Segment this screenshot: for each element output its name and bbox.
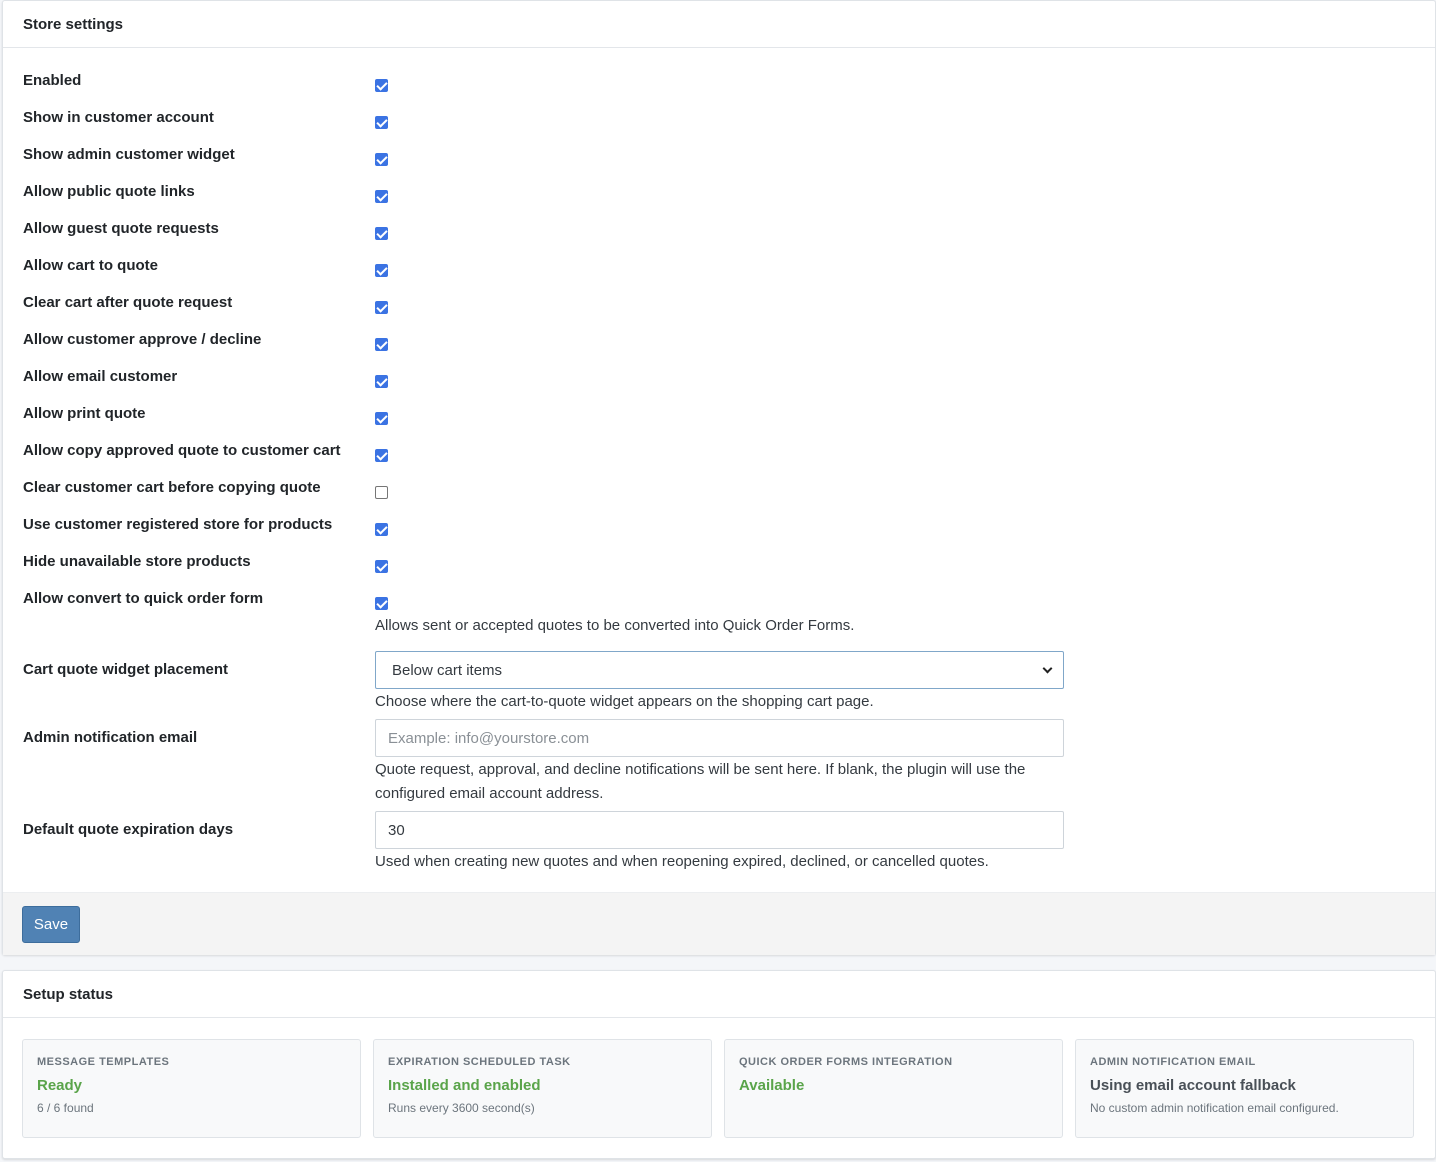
expiration-days-row: Default quote expiration days Used when … bbox=[23, 811, 1415, 874]
setting-checkbox[interactable] bbox=[375, 375, 388, 388]
setting-checkbox[interactable] bbox=[375, 338, 388, 351]
admin-email-row: Admin notification email Quote request, … bbox=[23, 719, 1415, 806]
setting-label: Clear customer cart before copying quote bbox=[23, 479, 321, 496]
admin-email-help-line1: Quote request, approval, and decline not… bbox=[375, 761, 1026, 778]
store-settings-card: Store settings Enabled Show in customer a… bbox=[2, 0, 1436, 955]
quick-order-help-row: Allows sent or accepted quotes to be con… bbox=[23, 617, 1415, 651]
setting-label: Enabled bbox=[23, 72, 82, 89]
setting-label: Allow guest quote requests bbox=[23, 220, 219, 237]
admin-email-input[interactable] bbox=[375, 719, 1064, 757]
setting-checkbox[interactable] bbox=[375, 412, 388, 425]
setting-row: Allow print quote bbox=[23, 403, 1415, 440]
setting-label: Allow copy approved quote to customer ca… bbox=[23, 442, 341, 459]
setting-label: Allow customer approve / decline bbox=[23, 331, 262, 348]
setting-row: Allow public quote links bbox=[23, 181, 1415, 218]
setting-row: Allow cart to quote bbox=[23, 255, 1415, 292]
setting-row: Hide unavailable store products bbox=[23, 551, 1415, 588]
setting-row: Allow customer approve / decline bbox=[23, 329, 1415, 366]
setting-row: Allow email customer bbox=[23, 366, 1415, 403]
setting-checkbox[interactable] bbox=[375, 116, 388, 129]
settings-form: Enabled Show in customer account Show admi… bbox=[3, 48, 1435, 874]
status-card-sub: Runs every 3600 second(s) bbox=[388, 1101, 535, 1115]
setting-label: Use customer registered store for produc… bbox=[23, 516, 333, 533]
quick-order-help-text: Allows sent or accepted quotes to be con… bbox=[375, 617, 855, 634]
admin-email-label: Admin notification email bbox=[23, 729, 198, 746]
save-button[interactable]: Save bbox=[22, 906, 80, 943]
setting-checkbox[interactable] bbox=[375, 486, 388, 499]
setting-label: Allow email customer bbox=[23, 368, 178, 385]
status-grid: MESSAGE TEMPLATES Ready 6 / 6 found EXPI… bbox=[22, 1039, 1414, 1138]
setting-row: Clear customer cart before copying quote bbox=[23, 477, 1415, 514]
status-card-title: ADMIN NOTIFICATION EMAIL bbox=[1090, 1056, 1256, 1068]
setting-checkbox[interactable] bbox=[375, 153, 388, 166]
setting-checkbox[interactable] bbox=[375, 597, 388, 610]
status-card-sub: No custom admin notification email confi… bbox=[1090, 1101, 1339, 1115]
status-card-message-templates: MESSAGE TEMPLATES Ready 6 / 6 found bbox=[22, 1039, 361, 1138]
widget-placement-label: Cart quote widget placement bbox=[23, 661, 229, 678]
setting-checkbox[interactable] bbox=[375, 227, 388, 240]
setting-row: Show in customer account bbox=[23, 107, 1415, 144]
status-card-value: Available bbox=[739, 1077, 805, 1094]
setup-status-title: Setup status bbox=[3, 971, 1435, 1018]
setting-label: Show admin customer widget bbox=[23, 146, 235, 163]
setting-label: Show in customer account bbox=[23, 109, 214, 126]
setting-label: Allow cart to quote bbox=[23, 257, 158, 274]
setting-checkbox[interactable] bbox=[375, 264, 388, 277]
setting-label: Allow public quote links bbox=[23, 183, 195, 200]
setting-row: Allow copy approved quote to customer ca… bbox=[23, 440, 1415, 477]
expiration-days-input[interactable] bbox=[375, 811, 1064, 849]
setting-checkbox[interactable] bbox=[375, 301, 388, 314]
setting-checkbox[interactable] bbox=[375, 190, 388, 203]
expiration-days-label: Default quote expiration days bbox=[23, 821, 234, 838]
status-card-admin-email: ADMIN NOTIFICATION EMAIL Using email acc… bbox=[1075, 1039, 1414, 1138]
setting-row: Enabled bbox=[23, 70, 1415, 107]
status-card-title: EXPIRATION SCHEDULED TASK bbox=[388, 1056, 571, 1068]
status-card-value: Ready bbox=[37, 1077, 83, 1094]
setting-label: Allow print quote bbox=[23, 405, 146, 422]
setting-row: Clear cart after quote request bbox=[23, 292, 1415, 329]
setting-label: Hide unavailable store products bbox=[23, 553, 251, 570]
widget-placement-row: Cart quote widget placement Below cart i… bbox=[23, 651, 1415, 714]
setting-row: Show admin customer widget bbox=[23, 144, 1415, 181]
setting-row: Allow guest quote requests bbox=[23, 218, 1415, 255]
setting-checkbox[interactable] bbox=[375, 560, 388, 573]
setting-checkbox[interactable] bbox=[375, 79, 388, 92]
setting-checkbox[interactable] bbox=[375, 449, 388, 462]
widget-placement-selected: Below cart items bbox=[392, 661, 503, 679]
store-settings-title: Store settings bbox=[3, 1, 1435, 48]
status-card-value: Installed and enabled bbox=[388, 1077, 541, 1094]
expiration-days-help: Used when creating new quotes and when r… bbox=[375, 853, 989, 870]
setup-status-card: Setup status MESSAGE TEMPLATES Ready 6 /… bbox=[2, 970, 1436, 1159]
setting-label: Clear cart after quote request bbox=[23, 294, 233, 311]
chevron-down-icon bbox=[1042, 663, 1053, 673]
widget-placement-select[interactable]: Below cart items bbox=[375, 651, 1064, 689]
widget-placement-help: Choose where the cart-to-quote widget ap… bbox=[375, 693, 874, 710]
status-card-value: Using email account fallback bbox=[1090, 1077, 1296, 1094]
status-card-quick-order-forms: QUICK ORDER FORMS INTEGRATION Available bbox=[724, 1039, 1063, 1138]
checkbox-settings-list: Enabled Show in customer account Show admi… bbox=[23, 70, 1415, 625]
setting-label: Allow convert to quick order form bbox=[23, 590, 264, 607]
status-card-title: QUICK ORDER FORMS INTEGRATION bbox=[739, 1056, 953, 1068]
setting-checkbox[interactable] bbox=[375, 523, 388, 536]
status-card-sub: 6 / 6 found bbox=[37, 1101, 94, 1115]
status-card-title: MESSAGE TEMPLATES bbox=[37, 1056, 170, 1068]
form-footer: Save bbox=[3, 892, 1435, 955]
admin-email-help-line2: configured email account address. bbox=[375, 785, 604, 802]
status-card-expiration-task: EXPIRATION SCHEDULED TASK Installed and … bbox=[373, 1039, 712, 1138]
setting-row: Use customer registered store for produc… bbox=[23, 514, 1415, 551]
